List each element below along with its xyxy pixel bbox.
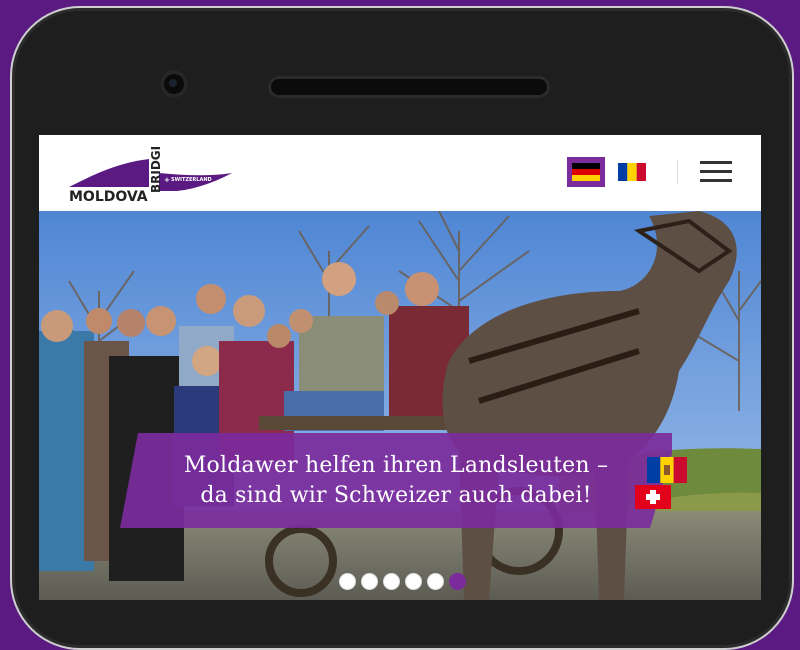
headline-line-2: da sind wir Schweizer auch dabei! [200, 482, 592, 508]
logo-word-bridge: BRIDGE [149, 147, 163, 193]
slider-dot[interactable] [361, 573, 378, 590]
moldovan-flag-icon [647, 457, 687, 483]
banner-flags [635, 457, 687, 513]
logo-word-moldova: MOLDOVA [69, 189, 148, 205]
swiss-flag-icon [635, 485, 671, 509]
camera-icon [160, 70, 188, 98]
language-moldovan-button[interactable] [613, 157, 651, 187]
language-german-button[interactable] [567, 157, 605, 187]
slider-dot[interactable] [427, 573, 444, 590]
site-header: MOLDOVA BRIDGE SWITZERLAND + [39, 135, 761, 211]
headline-banner: Moldawer helfen ihren Landsleuten – da s… [120, 433, 672, 528]
slider-dot-active[interactable] [449, 573, 466, 590]
german-flag-icon [572, 163, 600, 181]
speaker-grille [268, 76, 550, 98]
moldovan-flag-icon [618, 163, 646, 181]
moldova-bridge-logo[interactable]: MOLDOVA BRIDGE SWITZERLAND + [67, 147, 237, 205]
svg-text:+: + [164, 176, 170, 184]
hero-slider[interactable]: Moldawer helfen ihren Landsleuten – da s… [39, 211, 761, 600]
logo-word-switzerland: SWITZERLAND [171, 177, 212, 183]
phone-screen: MOLDOVA BRIDGE SWITZERLAND + Moldawer he… [39, 135, 761, 600]
slider-dot[interactable] [339, 573, 356, 590]
hamburger-menu-icon[interactable] [700, 161, 732, 183]
headline-text: Moldawer helfen ihren Landsleuten – da s… [120, 433, 672, 528]
slider-dot[interactable] [405, 573, 422, 590]
header-divider [677, 160, 678, 184]
hero-photo [39, 211, 761, 600]
headline-line-1: Moldawer helfen ihren Landsleuten – [183, 452, 609, 478]
slider-dot[interactable] [383, 573, 400, 590]
slider-pagination [339, 573, 466, 590]
